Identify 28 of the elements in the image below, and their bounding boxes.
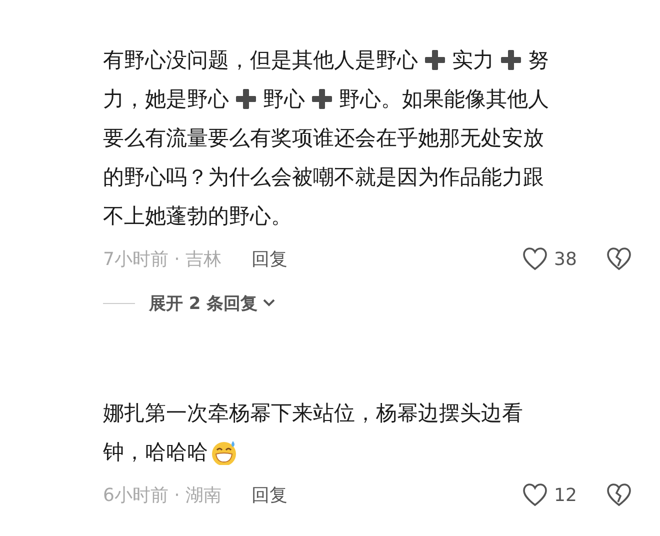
chevron-down-icon[interactable] <box>262 298 276 308</box>
smiley-icon <box>210 438 238 464</box>
plus-icon <box>311 88 333 110</box>
time-location: 7小时前 · 吉林 <box>103 248 222 271</box>
comment-text: 钟，哈哈哈 <box>103 438 208 466</box>
reply-link[interactable]: 回复 <box>252 247 288 271</box>
time-location: 6小时前 · 湖南 <box>103 484 222 507</box>
like-count: 38 <box>554 248 578 270</box>
comment-text: 的野心吗？为什么会被嘲不就是因为作品能力跟 <box>103 164 544 190</box>
comment-text: 有野心没问题，但是其他人是野心 <box>103 46 418 74</box>
plus-icon <box>235 88 257 110</box>
broken-heart-icon[interactable] <box>606 246 632 272</box>
comment-text: 力，她是野心 <box>103 86 229 112</box>
comment-text: 努 <box>528 46 549 74</box>
comment-text: 不上她蓬勃的野心。 <box>103 202 292 230</box>
like-count: 12 <box>554 484 578 506</box>
comment-text: 野心 <box>263 86 305 112</box>
heart-icon[interactable] <box>522 482 548 508</box>
plus-icon <box>500 48 522 70</box>
broken-heart-icon[interactable] <box>606 482 632 508</box>
plus-icon <box>424 48 446 70</box>
reply-link[interactable]: 回复 <box>252 483 288 507</box>
comment-text: 实力 <box>452 46 494 74</box>
comment-text: 野心。如果能像其他人 <box>339 86 549 112</box>
comment-text: 娜扎第一次牵杨幂下来站位，杨幂边摆头边看 <box>103 400 523 426</box>
heart-icon[interactable] <box>522 246 548 272</box>
comment-text: 要么有流量要么有奖项谁还会在乎她那无处安放 <box>103 124 544 152</box>
expand-replies-link[interactable]: 展开 2 条回复 <box>149 292 258 314</box>
